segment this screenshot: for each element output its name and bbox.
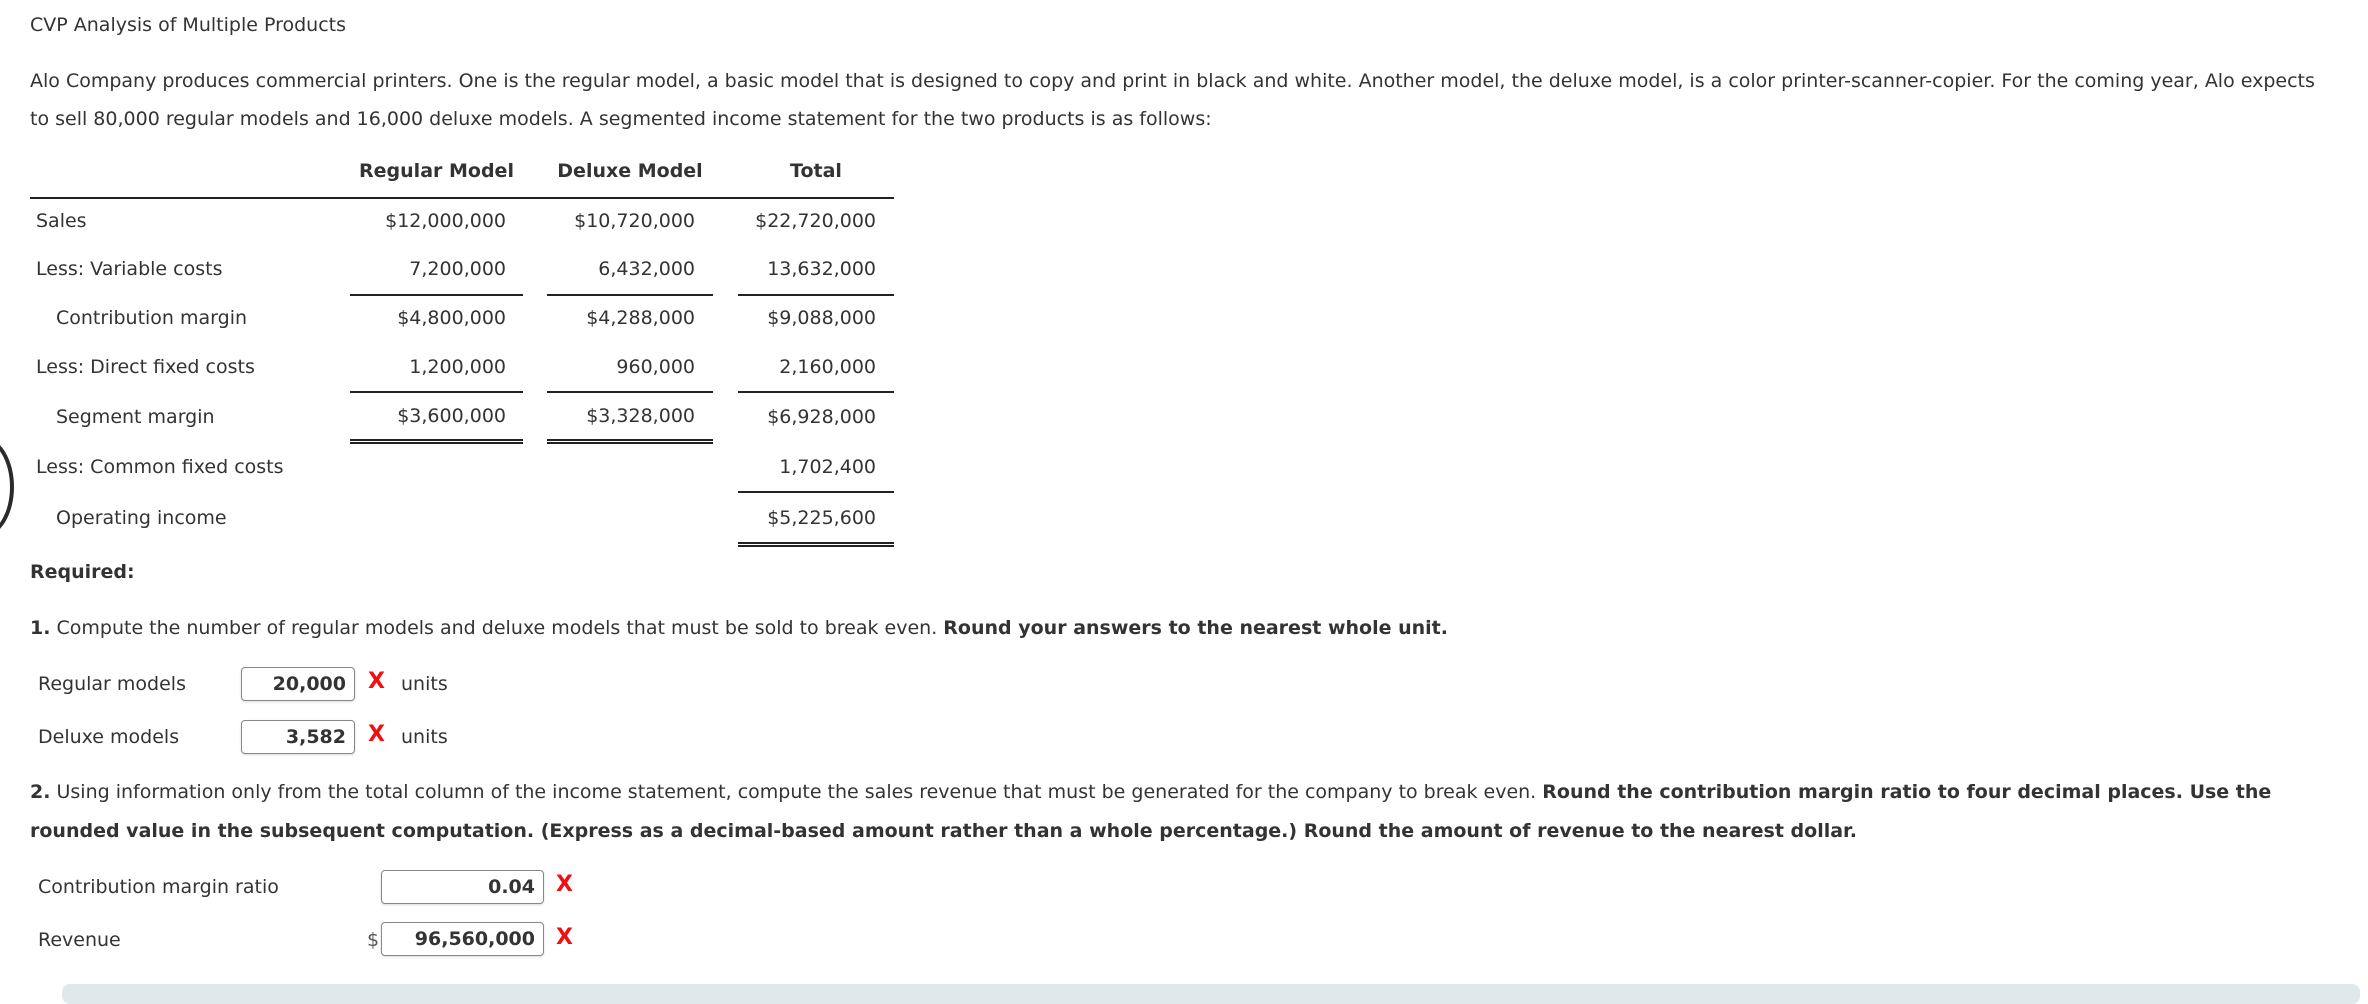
deluxe-models-input[interactable] [241,720,355,754]
cell-variable-costs-total: 13,632,000 [767,258,876,280]
incorrect-x-icon: X [368,722,385,747]
cell-segment-margin-regular: $3,600,000 [397,405,506,427]
row-label-segment-margin: Segment margin [56,406,215,428]
answer-label-revenue: Revenue [38,929,121,951]
cell-direct-fixed-costs-regular: 1,200,000 [409,356,506,378]
header-rule [30,197,894,199]
column-header-regular: Regular Model [359,160,514,182]
cell-contribution-margin-total: $9,088,000 [767,307,876,329]
answer-label-regular-models: Regular models [38,673,186,695]
cell-sales-deluxe: $10,720,000 [574,210,695,232]
question-text: Using information only from the total co… [50,781,1543,803]
page-title: CVP Analysis of Multiple Products [30,14,346,36]
row-label-variable-costs: Less: Variable costs [36,258,223,280]
question-1: 1. Compute the number of regular models … [30,617,1448,639]
row-label-contribution-margin: Contribution margin [56,307,248,329]
cell-variable-costs-deluxe: 6,432,000 [598,258,695,280]
cell-segment-margin-total: $6,928,000 [767,406,876,428]
cell-direct-fixed-costs-deluxe: 960,000 [616,356,695,378]
intro-paragraph-line-1: Alo Company produces commercial printers… [30,70,2315,92]
unit-label: units [401,726,448,748]
question-2-line-1: 2. Using information only from the total… [30,781,2271,803]
question-number: 1. [30,617,51,639]
subtotal-rule [350,391,523,393]
question-2-line-2: rounded value in the subsequent computat… [30,820,1857,842]
column-header-total: Total [790,160,842,182]
question-instruction: Round the contribution margin ratio to f… [1542,781,2272,803]
double-rule [738,542,894,547]
revenue-input[interactable] [381,922,544,956]
subtotal-rule [547,391,713,393]
cell-variable-costs-regular: 7,200,000 [409,258,506,280]
cell-sales-total: $22,720,000 [755,210,876,232]
row-label-sales: Sales [36,210,87,232]
cell-contribution-margin-regular: $4,800,000 [397,307,506,329]
question-number: 2. [30,781,51,803]
subtotal-rule [547,294,713,296]
incorrect-x-icon: X [556,925,573,950]
subtotal-rule [350,294,523,296]
contribution-margin-ratio-input[interactable] [381,870,544,904]
required-heading: Required: [30,561,135,583]
cell-contribution-margin-deluxe: $4,288,000 [586,307,695,329]
regular-models-input[interactable] [241,667,355,701]
intro-paragraph-line-2: to sell 80,000 regular models and 16,000… [30,108,1212,130]
unit-label: units [401,673,448,695]
subtotal-rule [738,391,894,393]
cell-operating-income-total: $5,225,600 [767,507,876,529]
currency-prefix: $ [367,929,380,951]
cell-sales-regular: $12,000,000 [385,210,506,232]
question-text: Compute the number of regular models and… [50,617,944,639]
subtotal-rule [738,491,894,493]
answer-label-deluxe-models: Deluxe models [38,726,180,748]
row-label-operating-income: Operating income [56,507,227,529]
question-instruction: Round your answers to the nearest whole … [943,617,1448,639]
row-label-direct-fixed-costs: Less: Direct fixed costs [36,356,255,378]
answer-label-contribution-margin-ratio: Contribution margin ratio [38,876,279,898]
column-header-deluxe: Deluxe Model [557,160,703,182]
cursor-circle-icon [0,437,14,537]
feedback-panel [62,984,2360,1004]
cell-common-fixed-costs-total: 1,702,400 [779,456,876,478]
incorrect-x-icon: X [556,872,573,897]
double-rule [547,439,713,444]
cell-direct-fixed-costs-total: 2,160,000 [779,356,876,378]
double-rule [350,439,523,444]
cell-segment-margin-deluxe: $3,328,000 [586,405,695,427]
row-label-common-fixed-costs: Less: Common fixed costs [36,456,284,478]
subtotal-rule [738,294,894,296]
incorrect-x-icon: X [368,669,385,694]
